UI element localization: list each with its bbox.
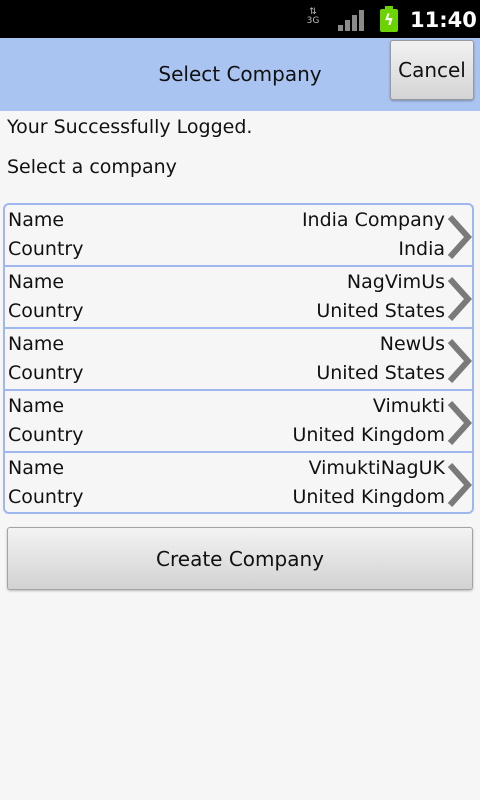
name-label: Name [8,395,65,417]
cancel-button[interactable]: Cancel [390,40,474,100]
chevron-right-icon [447,214,472,260]
company-country: India [398,238,445,260]
chevron-right-icon [447,276,472,322]
company-name: VimuktiNagUK [308,457,445,479]
list-item[interactable]: Name Vimukti Country United Kingdom [5,391,472,453]
country-label: Country [8,486,84,508]
company-country: United Kingdom [292,424,445,446]
chevron-right-icon [447,400,472,446]
title-bar: Select Company Cancel [0,38,480,111]
status-bar: ⇅ 3G ϟ 11:40 [0,0,480,38]
list-item[interactable]: Name NewUs Country United States [5,329,472,391]
company-name: India Company [301,209,445,231]
battery-charging-icon: ϟ [380,6,398,32]
name-label: Name [8,271,65,293]
company-country: United Kingdom [292,486,445,508]
name-label: Name [8,333,65,355]
company-country: United States [316,362,445,384]
country-label: Country [8,424,84,446]
country-label: Country [8,238,84,260]
company-name: NewUs [379,333,445,355]
name-label: Name [8,457,65,479]
network-3g-icon: ⇅ 3G [306,7,320,26]
country-label: Country [8,300,84,322]
list-item[interactable]: Name VimuktiNagUK Country United Kingdom [5,453,472,512]
create-company-button[interactable]: Create Company [7,527,473,590]
status-clock: 11:40 [410,8,477,32]
signal-icon [338,9,364,31]
country-label: Country [8,362,84,384]
select-company-prompt: Select a company [7,156,177,178]
list-item[interactable]: Name NagVimUs Country United States [5,267,472,329]
company-name: NagVimUs [346,271,445,293]
chevron-right-icon [447,462,472,508]
login-success-message: Your Successfully Logged. [7,116,253,138]
chevron-right-icon [447,338,472,384]
company-name: Vimukti [372,395,445,417]
company-country: United States [316,300,445,322]
company-list: Name India Company Country India Name Na… [3,203,474,514]
name-label: Name [8,209,65,231]
list-item[interactable]: Name India Company Country India [5,205,472,267]
